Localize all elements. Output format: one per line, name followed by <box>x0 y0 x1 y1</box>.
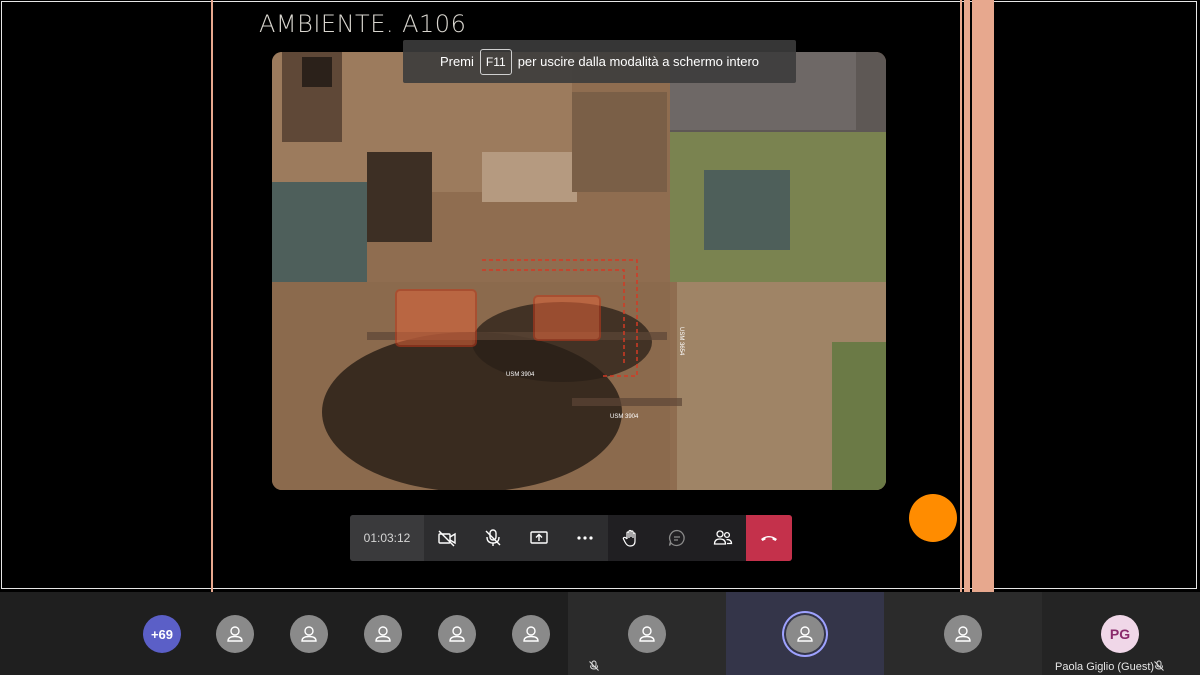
chat-button[interactable] <box>654 515 700 561</box>
avatar[interactable] <box>944 615 982 653</box>
avatar[interactable] <box>438 615 476 653</box>
person-icon <box>639 626 655 642</box>
call-control-bar: 01:03:12 <box>350 515 792 561</box>
avatar[interactable] <box>628 615 666 653</box>
avatar[interactable] <box>216 615 254 653</box>
avatar-initials[interactable]: PG <box>1101 615 1139 653</box>
hang-up-button[interactable] <box>746 515 792 561</box>
avatar[interactable] <box>364 615 402 653</box>
mic-off-button[interactable] <box>470 515 516 561</box>
avatar-initials-text: PG <box>1109 626 1131 642</box>
toast-key: F11 <box>479 48 512 75</box>
person-icon <box>523 626 539 642</box>
chat-icon <box>668 529 685 547</box>
slide-border-right <box>960 0 962 592</box>
participants-icon <box>713 530 733 545</box>
usm-label-top: USM 3904 <box>506 372 535 378</box>
aerial-photo-drawing: USM 3904 USM 3904 USM 3654 <box>272 52 886 490</box>
avatar[interactable] <box>512 615 550 653</box>
more-actions-button[interactable] <box>562 515 608 561</box>
raise-hand-button[interactable] <box>608 515 654 561</box>
overflow-count: +69 <box>150 626 174 642</box>
shared-screen-stage: AMBIENTE. A106 USM 3904 USM 3904 USM 365… <box>0 0 1200 592</box>
person-icon <box>449 626 465 642</box>
usm-label-side: USM 3654 <box>678 327 684 356</box>
slide-border-band <box>964 0 970 592</box>
fullscreen-toast: Premi F11 per uscire dalla modalità a sc… <box>403 40 796 83</box>
person-icon <box>227 626 243 642</box>
pointer-dot <box>909 494 957 542</box>
slide-border-left <box>211 0 213 592</box>
mic-off-icon <box>485 529 501 546</box>
camera-off-button[interactable] <box>424 515 470 561</box>
camera-off-icon <box>438 530 456 547</box>
slide-border-band-wide <box>972 0 994 592</box>
more-icon <box>577 536 593 540</box>
more-participants-button[interactable]: +69 <box>143 615 181 653</box>
avatar-speaking[interactable] <box>786 615 824 653</box>
participant-strip: +69 PG Paola Giglio (Guest) <box>0 592 1200 675</box>
person-icon <box>375 626 391 642</box>
participant-name: Paola Giglio (Guest) <box>1055 661 1155 673</box>
usm-label-bottom: USM 3904 <box>610 414 639 420</box>
share-screen-icon <box>530 531 548 544</box>
participants-button[interactable] <box>700 515 746 561</box>
slide-title: AMBIENTE. A106 <box>259 10 467 38</box>
person-icon <box>797 626 813 642</box>
toast-suffix: per uscire dalla modalità a schermo inte… <box>517 54 760 69</box>
mic-muted-icon <box>589 660 599 671</box>
toast-prefix: Premi <box>439 54 474 69</box>
hand-icon <box>622 529 636 547</box>
mic-muted-icon <box>1154 660 1164 671</box>
avatar[interactable] <box>290 615 328 653</box>
phone-hangup-icon <box>761 536 777 541</box>
person-icon <box>955 626 971 642</box>
call-timer: 01:03:12 <box>350 515 424 561</box>
aerial-excavation-photo: USM 3904 USM 3904 USM 3654 <box>272 52 886 490</box>
person-icon <box>301 626 317 642</box>
share-screen-button[interactable] <box>516 515 562 561</box>
